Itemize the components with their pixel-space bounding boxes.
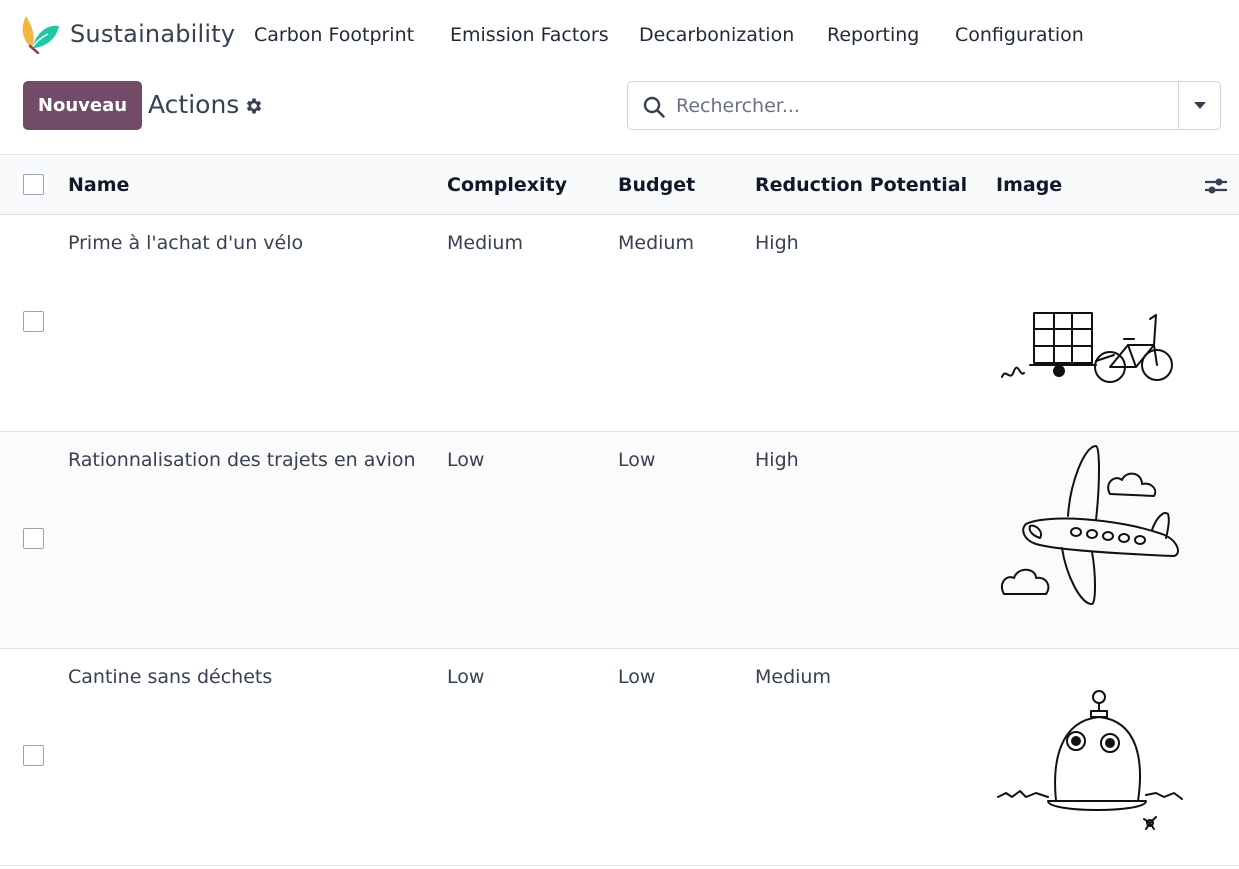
new-button[interactable]: Nouveau (23, 81, 142, 130)
cell-name: Prime à l'achat d'un vélo (68, 232, 304, 254)
menu-reporting[interactable]: Reporting (827, 24, 919, 46)
cell-budget: Medium (618, 232, 694, 254)
cell-budget: Low (618, 666, 656, 688)
breadcrumb: Actions (148, 90, 240, 119)
caret-down-icon (1194, 102, 1206, 109)
cell-complexity: Low (447, 666, 485, 688)
row-checkbox[interactable] (23, 528, 44, 549)
column-header-complexity[interactable]: Complexity (447, 174, 567, 196)
column-header-budget[interactable]: Budget (618, 174, 695, 196)
leaf-logo-icon[interactable] (18, 14, 60, 54)
menu-carbon-footprint[interactable]: Carbon Footprint (254, 24, 414, 46)
menu-emission-factors[interactable]: Emission Factors (450, 24, 609, 46)
gear-icon[interactable] (244, 96, 264, 116)
table-row[interactable]: Rationnalisation des trajets en avion Lo… (0, 432, 1239, 649)
menu-decarbonization[interactable]: Decarbonization (639, 24, 794, 46)
search-box (627, 81, 1221, 130)
bicycle-trailer-drawing (1001, 312, 1173, 383)
top-navbar: Sustainability Carbon Footprint Emission… (0, 0, 1239, 70)
cell-reduction-potential: High (755, 449, 799, 471)
search-options-toggle[interactable] (1179, 82, 1221, 129)
cell-name: Rationnalisation des trajets en avion (68, 449, 416, 471)
app-name[interactable]: Sustainability (70, 20, 235, 48)
search-input[interactable] (676, 90, 1166, 122)
table-row[interactable]: Cantine sans déchets Low Low Medium (0, 649, 1239, 866)
composter-drawing (997, 690, 1183, 830)
sliders-icon[interactable] (1203, 174, 1229, 198)
cell-reduction-potential: Medium (755, 666, 831, 688)
search-icon (643, 96, 665, 118)
column-header-image[interactable]: Image (996, 174, 1062, 196)
cell-reduction-potential: High (755, 232, 799, 254)
table-row[interactable]: Prime à l'achat d'un vélo Medium Medium … (0, 215, 1239, 432)
airplane-drawing (1000, 445, 1179, 605)
table-header: Name Complexity Budget Reduction Potenti… (0, 154, 1239, 215)
list-table: Name Complexity Budget Reduction Potenti… (0, 154, 1239, 866)
cell-name: Cantine sans déchets (68, 666, 273, 688)
column-header-reduction-potential[interactable]: Reduction Potential (755, 174, 967, 196)
cell-complexity: Low (447, 449, 485, 471)
cell-complexity: Medium (447, 232, 523, 254)
row-checkbox[interactable] (23, 745, 44, 766)
select-all-checkbox[interactable] (23, 174, 44, 195)
cell-budget: Low (618, 449, 656, 471)
menu-configuration[interactable]: Configuration (955, 24, 1084, 46)
row-checkbox[interactable] (23, 311, 44, 332)
column-header-name[interactable]: Name (68, 174, 129, 196)
